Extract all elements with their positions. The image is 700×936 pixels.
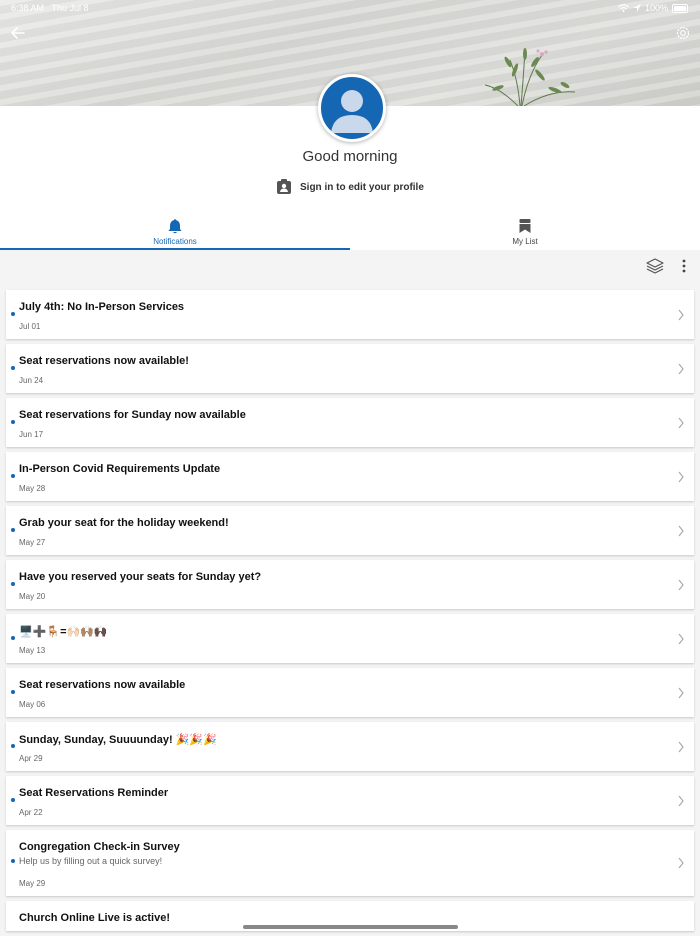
list-item[interactable]: Have you reserved your seats for Sunday … xyxy=(6,560,694,609)
notification-title: 🖥️➕🪑=🙌🏻🙌🏽🙌🏿 xyxy=(19,626,108,638)
notification-date: Apr 29 xyxy=(19,754,43,763)
battery-percent: 100% xyxy=(644,3,668,13)
unread-dot xyxy=(11,636,15,640)
list-item[interactable]: Seat reservations now available! Jun 24 xyxy=(6,344,694,393)
notification-list: July 4th: No In-Person Services Jul 01 S… xyxy=(6,290,694,936)
unread-dot xyxy=(11,312,15,316)
chevron-right-icon xyxy=(678,579,684,591)
avatar[interactable] xyxy=(318,74,386,142)
list-item[interactable]: Grab your seat for the holiday weekend! … xyxy=(6,506,694,555)
notification-date: Jun 24 xyxy=(19,376,44,385)
notification-date: May 28 xyxy=(19,484,46,493)
wifi-icon xyxy=(618,4,629,12)
status-time-text: 6:38 AM xyxy=(11,3,45,13)
notification-date: May 06 xyxy=(19,700,46,709)
unread-dot xyxy=(11,582,15,586)
plant-decoration xyxy=(484,47,576,106)
back-button[interactable] xyxy=(8,24,28,42)
list-item[interactable]: 🖥️➕🪑=🙌🏻🙌🏽🙌🏿 May 13 xyxy=(6,614,694,663)
more-options-button[interactable] xyxy=(678,258,690,274)
contact-card-icon xyxy=(277,179,291,194)
list-toolbar xyxy=(0,250,700,284)
tab-notifications[interactable]: Notifications xyxy=(0,213,350,250)
tab-notifications-label: Notifications xyxy=(153,237,197,246)
list-item[interactable]: Seat reservations for Sunday now availab… xyxy=(6,398,694,447)
list-item[interactable]: July 4th: No In-Person Services Jul 01 xyxy=(6,290,694,339)
chevron-right-icon xyxy=(678,857,684,869)
notification-date: Jul 01 xyxy=(19,322,41,331)
chevron-right-icon xyxy=(678,363,684,375)
home-indicator[interactable] xyxy=(243,925,458,929)
person-icon xyxy=(331,90,373,133)
notification-date: Jun 17 xyxy=(19,430,44,439)
settings-button[interactable] xyxy=(674,24,692,42)
notification-title: Congregation Check-in Survey xyxy=(19,841,180,853)
chevron-right-icon xyxy=(678,687,684,699)
location-icon xyxy=(632,4,641,12)
bookmark-icon xyxy=(519,219,531,233)
more-vertical-icon xyxy=(682,259,686,273)
unread-dot xyxy=(11,528,15,532)
unread-dot xyxy=(11,859,15,863)
status-time: 6:38 AM Thu Jul 8 xyxy=(11,3,89,13)
sign-in-label: Sign in to edit your profile xyxy=(300,181,424,193)
chevron-right-icon xyxy=(678,525,684,537)
bell-icon xyxy=(168,219,182,234)
notification-title: Seat reservations now available xyxy=(19,679,186,691)
notification-date: May 20 xyxy=(19,592,46,601)
notification-title: In-Person Covid Requirements Update xyxy=(19,463,221,475)
notification-title: Seat Reservations Reminder xyxy=(19,787,169,799)
battery-icon xyxy=(672,3,688,13)
unread-dot xyxy=(11,690,15,694)
notification-title: Sunday, Sunday, Suuuunday! 🎉🎉🎉 xyxy=(19,734,217,746)
notification-date: Apr 22 xyxy=(19,808,43,817)
notification-date: May 29 xyxy=(19,879,46,888)
list-item[interactable]: Congregation Check-in Survey Help us by … xyxy=(6,830,694,896)
greeting-text: Good morning xyxy=(302,148,398,165)
tab-my-list-label: My List xyxy=(512,237,538,246)
unread-dot xyxy=(11,474,15,478)
notification-title: July 4th: No In-Person Services xyxy=(19,301,185,313)
unread-dot xyxy=(11,366,15,370)
chevron-right-icon xyxy=(678,795,684,807)
profile-section: Good morning Sign in to edit your profil… xyxy=(0,74,700,214)
notification-date: May 27 xyxy=(19,538,46,547)
status-date-text: Thu Jul 8 xyxy=(51,3,89,13)
list-item[interactable]: Sunday, Sunday, Suuuunday! 🎉🎉🎉 Apr 29 xyxy=(6,722,694,771)
unread-dot xyxy=(11,744,15,748)
notification-date: May 13 xyxy=(19,646,46,655)
notification-title: Seat reservations now available! xyxy=(19,355,189,367)
layers-icon xyxy=(646,258,664,274)
gear-icon xyxy=(676,26,690,40)
chevron-right-icon xyxy=(678,309,684,321)
unread-dot xyxy=(11,420,15,424)
tab-bar: Notifications My List xyxy=(0,213,700,250)
unread-dot xyxy=(11,798,15,802)
filter-button[interactable] xyxy=(646,258,664,274)
notification-title: Grab your seat for the holiday weekend! xyxy=(19,517,229,529)
notification-title: Seat reservations for Sunday now availab… xyxy=(19,409,246,421)
notification-title: Church Online Live is active! xyxy=(19,912,170,924)
arrow-left-icon xyxy=(11,27,25,39)
chevron-right-icon xyxy=(678,417,684,429)
chevron-right-icon xyxy=(678,633,684,645)
chevron-right-icon xyxy=(678,741,684,753)
status-indicators: 100% xyxy=(618,3,688,13)
list-item[interactable]: In-Person Covid Requirements Update May … xyxy=(6,452,694,501)
notification-title: Have you reserved your seats for Sunday … xyxy=(19,571,262,583)
tab-my-list[interactable]: My List xyxy=(350,213,700,250)
list-item[interactable]: Seat Reservations Reminder Apr 22 xyxy=(6,776,694,825)
notification-subtitle: Help us by filling out a quick survey! xyxy=(19,856,163,866)
sign-in-button[interactable]: Sign in to edit your profile xyxy=(276,178,424,196)
list-item[interactable]: Seat reservations now available May 06 xyxy=(6,668,694,717)
chevron-right-icon xyxy=(678,471,684,483)
